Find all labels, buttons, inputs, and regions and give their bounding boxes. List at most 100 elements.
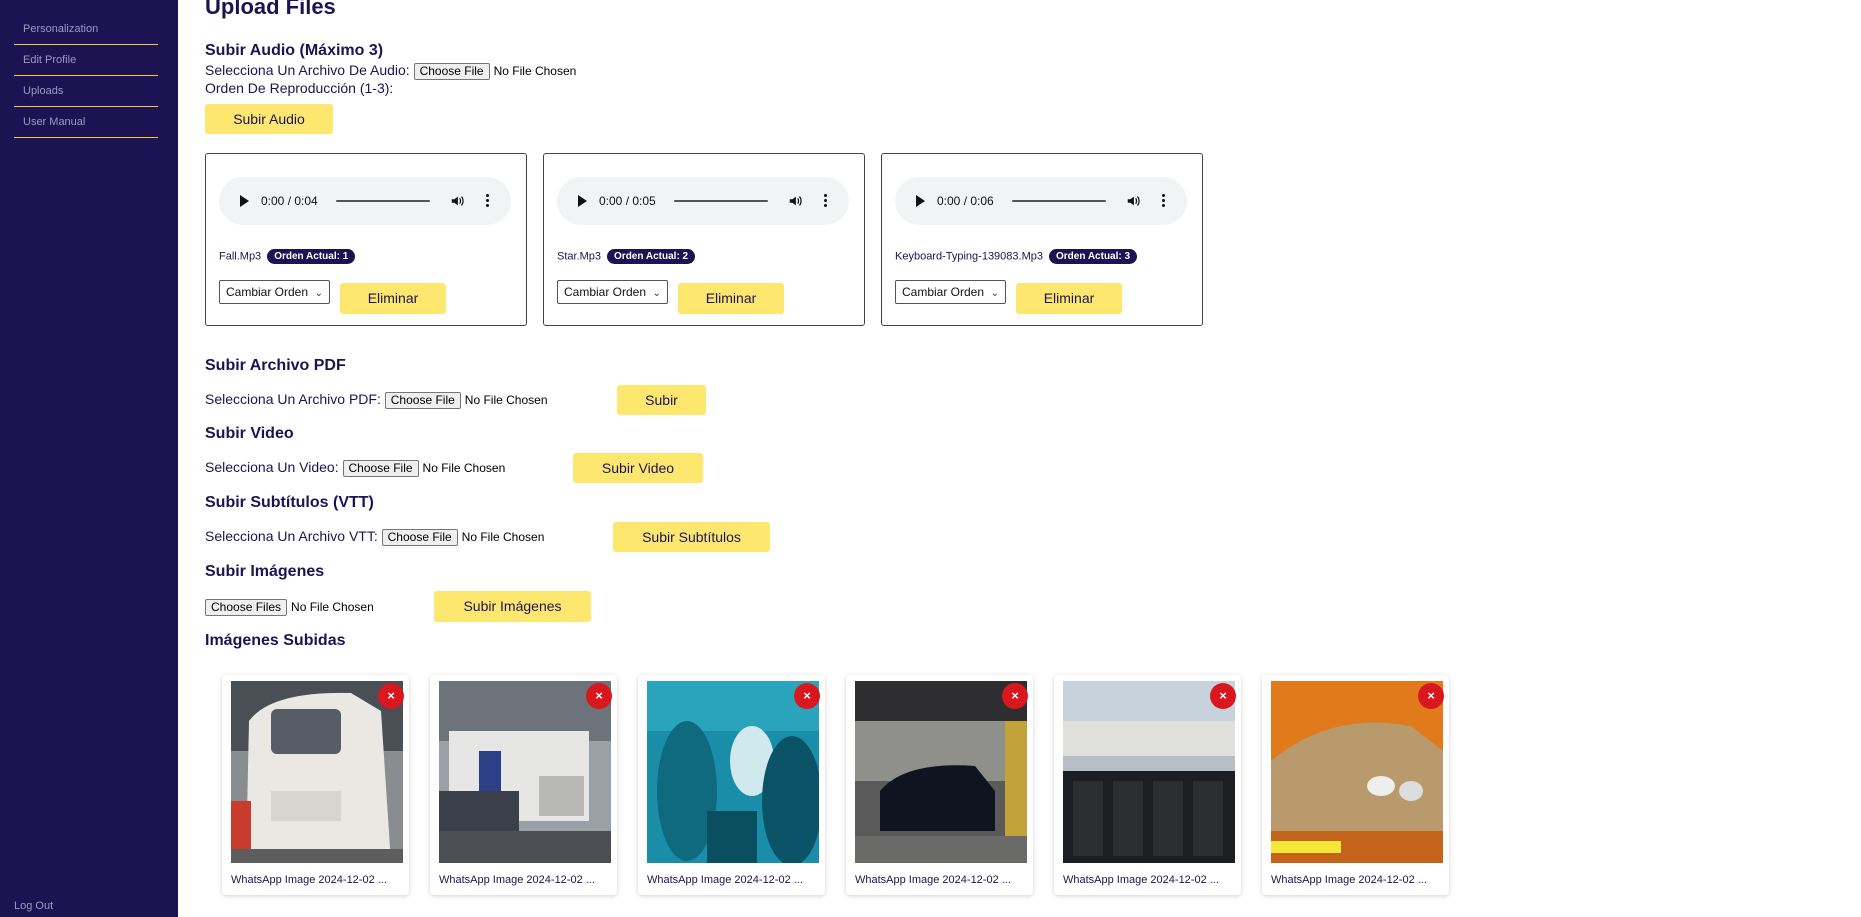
upload-pdf-button[interactable]: Subir (617, 385, 706, 415)
pdf-select-label: Selecciona Un Archivo PDF: (205, 391, 381, 407)
image-card: × WhatsApp Image 2024-12-02 ... (1262, 675, 1449, 895)
image-card: × WhatsApp Image 2024-12-02 ... (1054, 675, 1241, 895)
image-caption: WhatsApp Image 2024-12-02 ... (231, 874, 387, 886)
audio-player[interactable]: 0:00 / 0:05 (557, 177, 849, 225)
change-order-select[interactable]: Cambiar Orden ⌄ (895, 280, 1006, 304)
image-caption: WhatsApp Image 2024-12-02 ... (647, 874, 803, 886)
audio-progress-track[interactable] (1012, 200, 1106, 202)
subtitles-choose-file-button[interactable]: Choose File (381, 528, 458, 546)
delete-image-button[interactable]: × (586, 683, 612, 709)
sidebar-item-edit-profile[interactable]: Edit Profile (14, 45, 158, 76)
audio-file-name-row: Fall.Mp3 Orden Actual: 1 (219, 249, 356, 264)
image-caption: WhatsApp Image 2024-12-02 ... (439, 874, 595, 886)
image-thumbnail[interactable] (1271, 681, 1443, 863)
audio-file-name: Fall.Mp3 (219, 250, 262, 263)
subtitles-section-title: Subir Subtítulos (VTT) (205, 494, 374, 511)
audio-section-title: Subir Audio (Máximo 3) (205, 42, 384, 59)
video-choose-file-button[interactable]: Choose File (342, 459, 419, 477)
delete-image-button[interactable]: × (1002, 683, 1028, 709)
chevron-down-icon: ⌄ (652, 288, 661, 299)
delete-audio-button[interactable]: Eliminar (678, 283, 784, 314)
audio-card: 0:00 / 0:05 Star.Mp3 Orden Actual: 2 Camb… (543, 153, 865, 326)
sidebar-item-personalization[interactable]: Personalization (14, 14, 158, 45)
images-section-title: Subir Imágenes (205, 563, 325, 580)
audio-file-row: Selecciona Un Archivo De Audio: Choose F… (205, 62, 576, 80)
subtitles-no-file-text: No File Chosen (461, 530, 545, 545)
audio-time: 0:00 / 0:04 (261, 194, 318, 208)
more-options-icon[interactable] (486, 194, 490, 208)
more-options-icon[interactable] (1162, 194, 1166, 208)
image-thumbnail[interactable] (855, 681, 1027, 863)
play-icon[interactable] (240, 195, 249, 207)
upload-video-button[interactable]: Subir Video (573, 453, 703, 483)
delete-image-button[interactable]: × (794, 683, 820, 709)
pdf-choose-file-button[interactable]: Choose File (384, 391, 461, 409)
play-icon[interactable] (916, 195, 925, 207)
volume-icon[interactable] (450, 194, 464, 208)
change-order-select[interactable]: Cambiar Orden ⌄ (219, 280, 330, 304)
image-thumbnail[interactable] (439, 681, 611, 863)
delete-audio-button[interactable]: Eliminar (1016, 283, 1122, 314)
uploaded-images-title: Imágenes Subidas (205, 632, 346, 649)
chevron-down-icon: ⌄ (314, 288, 323, 299)
image-thumbnail[interactable] (1063, 681, 1235, 863)
image-thumbnail[interactable] (647, 681, 819, 863)
sidebar-item-uploads[interactable]: Uploads (14, 76, 158, 107)
audio-order-label: Orden De Reproducción (1-3): (205, 80, 394, 96)
audio-no-file-text: No File Chosen (493, 64, 577, 79)
order-badge: Orden Actual: 1 (267, 249, 356, 264)
delete-image-button[interactable]: × (378, 683, 404, 709)
audio-file-name: Keyboard-Typing-139083.Mp3 (895, 250, 1043, 263)
image-caption: WhatsApp Image 2024-12-02 ... (1063, 874, 1219, 886)
page-title: Upload Files (205, 0, 336, 19)
sidebar-item-user-manual[interactable]: User Manual (14, 107, 158, 138)
upload-subtitles-button[interactable]: Subir Subtítulos (613, 522, 770, 552)
video-file-row: Selecciona Un Video: Choose File No File … (205, 459, 505, 477)
upload-images-button[interactable]: Subir Imágenes (434, 591, 591, 622)
volume-icon[interactable] (1126, 194, 1140, 208)
audio-player[interactable]: 0:00 / 0:04 (219, 177, 511, 225)
audio-file-name: Star.Mp3 (557, 250, 602, 263)
select-value: Cambiar Orden (564, 285, 647, 299)
delete-image-button[interactable]: × (1210, 683, 1236, 709)
image-card: × WhatsApp Image 2024-12-02 ... (846, 675, 1033, 895)
audio-progress-track[interactable] (674, 200, 768, 202)
select-value: Cambiar Orden (226, 285, 309, 299)
image-thumbnail[interactable] (231, 681, 403, 863)
video-section-title: Subir Video (205, 425, 294, 442)
video-select-label: Selecciona Un Video: (205, 459, 339, 475)
image-card: × WhatsApp Image 2024-12-02 ... (430, 675, 617, 895)
audio-choose-file-button[interactable]: Choose File (413, 62, 490, 80)
image-caption: WhatsApp Image 2024-12-02 ... (855, 874, 1011, 886)
audio-time: 0:00 / 0:05 (599, 194, 656, 208)
audio-progress-track[interactable] (336, 200, 430, 202)
image-card: × WhatsApp Image 2024-12-02 ... (222, 675, 409, 895)
audio-time: 0:00 / 0:06 (937, 194, 994, 208)
more-options-icon[interactable] (824, 194, 828, 208)
images-no-file-text: No File Chosen (291, 600, 374, 615)
pdf-file-row: Selecciona Un Archivo PDF: Choose File No… (205, 391, 548, 409)
audio-select-label: Selecciona Un Archivo De Audio: (205, 62, 410, 78)
change-order-select[interactable]: Cambiar Orden ⌄ (557, 280, 668, 304)
audio-card: 0:00 / 0:04 Fall.Mp3 Orden Actual: 1 Camb… (205, 153, 527, 326)
images-choose-files-button[interactable]: Choose Files (205, 598, 288, 616)
audio-file-name-row: Star.Mp3 Orden Actual: 2 (557, 249, 696, 264)
subtitles-file-row: Selecciona Un Archivo VTT: Choose File No… (205, 528, 544, 546)
upload-audio-button[interactable]: Subir Audio (205, 104, 333, 134)
images-file-row: Choose Files No File Chosen (205, 598, 374, 616)
sidebar: Personalization Edit Profile Uploads Use… (0, 0, 178, 917)
delete-audio-button[interactable]: Eliminar (340, 283, 446, 314)
audio-file-name-row: Keyboard-Typing-139083.Mp3 Orden Actual: … (895, 249, 1138, 264)
delete-image-button[interactable]: × (1418, 683, 1444, 709)
audio-card: 0:00 / 0:06 Keyboard-Typing-139083.Mp3 Or… (881, 153, 1203, 326)
image-caption: WhatsApp Image 2024-12-02 ... (1271, 874, 1427, 886)
order-badge: Orden Actual: 2 (607, 249, 696, 264)
pdf-no-file-text: No File Chosen (464, 393, 548, 408)
logout-link[interactable]: Log Out (14, 900, 53, 912)
play-icon[interactable] (578, 195, 587, 207)
volume-icon[interactable] (788, 194, 802, 208)
subtitles-select-label: Selecciona Un Archivo VTT: (205, 528, 378, 544)
image-card: × WhatsApp Image 2024-12-02 ... (638, 675, 825, 895)
select-value: Cambiar Orden (902, 285, 985, 299)
audio-player[interactable]: 0:00 / 0:06 (895, 177, 1187, 225)
